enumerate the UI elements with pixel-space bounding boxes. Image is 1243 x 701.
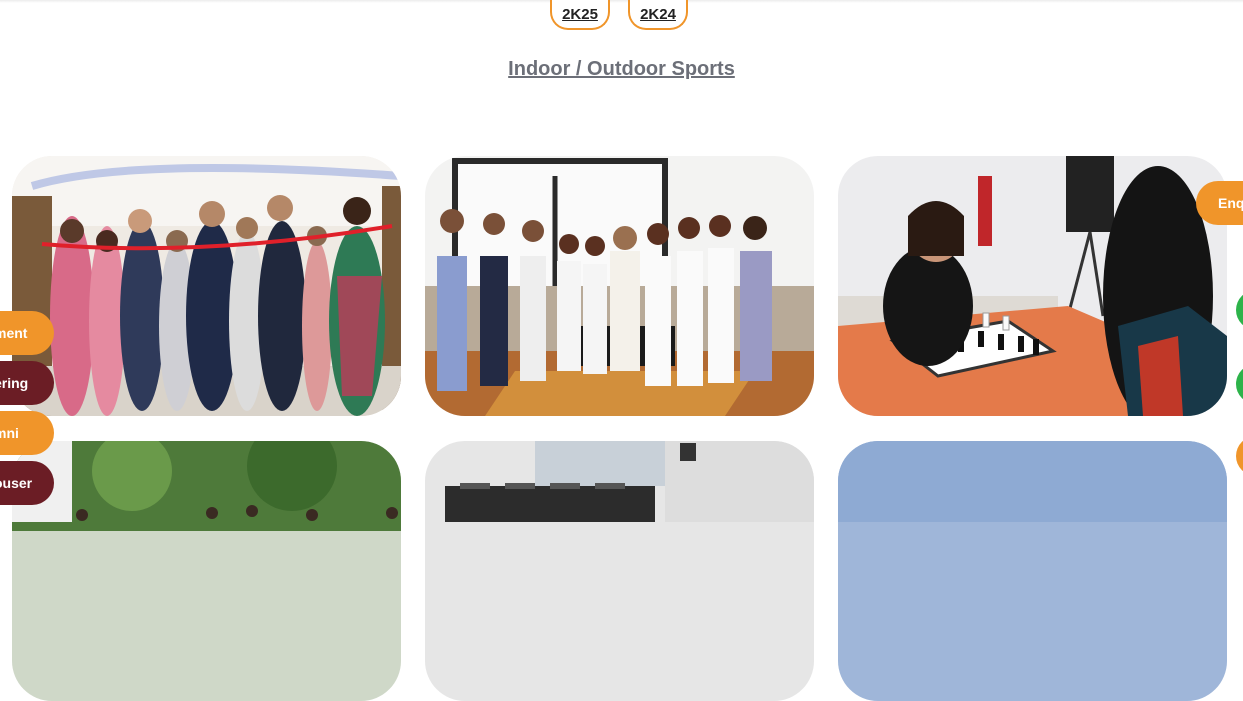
year-tab-2k25[interactable]: 2K25: [550, 0, 610, 30]
sky-field-photo: [838, 441, 1227, 701]
chess-game-photo: [838, 156, 1227, 416]
side-tab-mni[interactable]: mni: [0, 411, 54, 455]
phone-icon[interactable]: [1236, 364, 1243, 404]
side-tab-ment[interactable]: ment: [0, 311, 54, 355]
side-tab-label: ouser: [0, 475, 33, 491]
ribbon-cutting-photo: [12, 156, 401, 416]
side-tab-ering[interactable]: ering: [0, 361, 54, 405]
gym-interior-photo: [425, 441, 814, 701]
side-tab-label: ment: [0, 325, 28, 341]
year-tab-2k24[interactable]: 2K24: [628, 0, 688, 30]
enquire-tab[interactable]: Enq: [1196, 181, 1243, 225]
chat-icon[interactable]: [1236, 436, 1243, 476]
side-tab-ouser[interactable]: ouser: [0, 461, 54, 505]
header-shadow: [0, 0, 1243, 3]
outdoor-crowd-photo: [12, 441, 401, 701]
enquire-label: Enq: [1218, 195, 1243, 211]
side-tab-label: mni: [0, 425, 19, 441]
whatsapp-icon[interactable]: [1236, 290, 1243, 330]
side-tab-label: ering: [0, 375, 29, 391]
group-photo-lounge: [425, 156, 814, 416]
section-title-link[interactable]: Indoor / Outdoor Sports: [0, 58, 1243, 81]
